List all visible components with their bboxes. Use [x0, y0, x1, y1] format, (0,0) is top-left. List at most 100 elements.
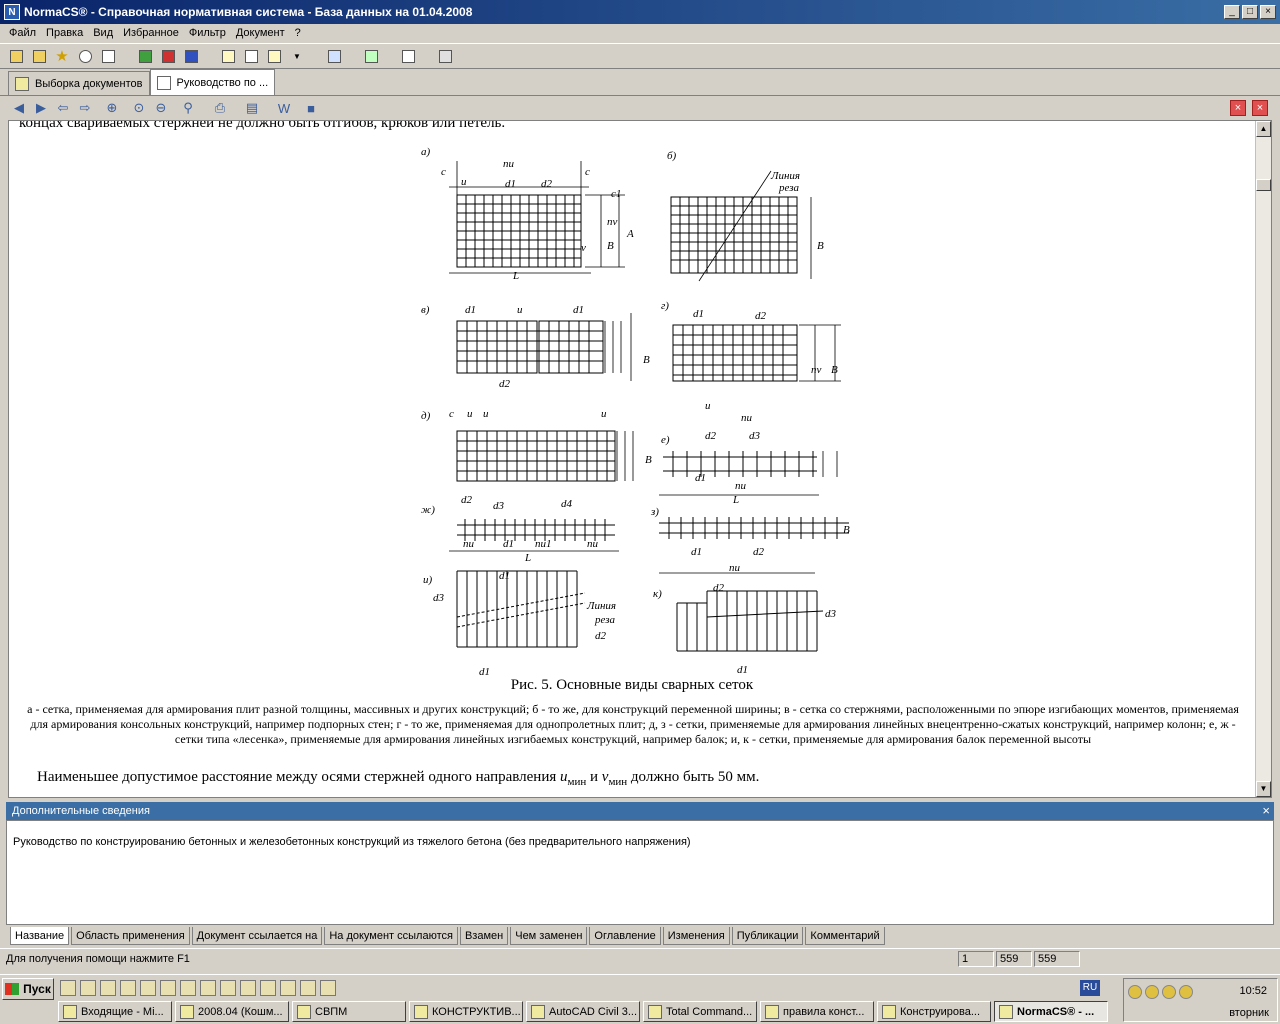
export-icon[interactable]: ▤: [236, 99, 268, 117]
back-arrow-icon[interactable]: ⇦: [52, 99, 74, 117]
quicklaunch-ie-icon[interactable]: [100, 980, 116, 996]
previous-page-icon[interactable]: ◀: [8, 99, 30, 117]
task-button[interactable]: Конструирова...: [877, 1001, 991, 1022]
scroll-down-icon[interactable]: ▼: [1256, 781, 1271, 797]
menu-document[interactable]: Документ: [231, 27, 290, 39]
menu-edit[interactable]: Правка: [41, 27, 88, 39]
quicklaunch-normacs-icon[interactable]: [200, 980, 216, 996]
network-icon[interactable]: [398, 46, 418, 66]
bookmark-icon[interactable]: ■: [300, 99, 322, 117]
scroll-thumb[interactable]: [1256, 179, 1271, 191]
menu-view[interactable]: Вид: [88, 27, 118, 39]
align-icon[interactable]: [361, 46, 381, 66]
task-button[interactable]: КОНСТРУКТИВ...: [409, 1001, 523, 1022]
quicklaunch-window-icon[interactable]: [220, 980, 236, 996]
zoom-in-icon[interactable]: ⊕: [96, 99, 128, 117]
quicklaunch-disk-icon[interactable]: [260, 980, 276, 996]
label-u-d2: u: [483, 408, 489, 420]
history-icon[interactable]: [75, 46, 95, 66]
tab-changes[interactable]: Изменения: [662, 927, 730, 945]
tab-document-selection[interactable]: Выборка документов: [8, 71, 150, 95]
task-button[interactable]: Входящие - Mi...: [58, 1001, 172, 1022]
vertical-scrollbar[interactable]: ▲ ▼: [1255, 121, 1271, 797]
forward-arrow-icon[interactable]: ⇨: [74, 99, 96, 117]
tab-scope[interactable]: Область применения: [71, 927, 190, 945]
folder-search-icon[interactable]: [29, 46, 49, 66]
tab-replaced-by[interactable]: Чем заменен: [510, 927, 588, 945]
body-paragraph: Наименьшее допустимое расстояние между о…: [37, 769, 760, 788]
tab-replaces[interactable]: Взамен: [459, 927, 509, 945]
menu-filter[interactable]: Фильтр: [184, 27, 231, 39]
tab-name[interactable]: Название: [10, 927, 70, 945]
label-d4-zh: d4: [561, 498, 573, 510]
info-tabs: Название Область применения Документ ссы…: [10, 927, 887, 945]
tab-comment[interactable]: Комментарий: [805, 927, 885, 945]
favorites-star-icon[interactable]: ★: [52, 46, 72, 66]
clipped-text-line: концах свариваемых стержней не должно бы…: [19, 120, 506, 131]
task-button[interactable]: Total Command...: [643, 1001, 757, 1022]
start-button[interactable]: Пуск: [2, 978, 54, 1000]
close-button[interactable]: ×: [1260, 5, 1276, 19]
quicklaunch-app-icon[interactable]: [60, 980, 76, 996]
quicklaunch-network-icon[interactable]: [280, 980, 296, 996]
close-info-icon[interactable]: ×: [1262, 803, 1270, 818]
dropdown-arrow-icon[interactable]: ▼: [287, 46, 307, 66]
maximize-button[interactable]: □: [1242, 5, 1258, 19]
list-icon[interactable]: [98, 46, 118, 66]
label-d3-k: d3: [825, 608, 837, 620]
quicklaunch-excel-icon[interactable]: [180, 980, 196, 996]
tray-mail-icon[interactable]: [1128, 985, 1142, 999]
status-red-icon[interactable]: [158, 46, 178, 66]
label-nu-zh2: nu: [587, 538, 599, 550]
zoom-fit-icon[interactable]: ⊙: [128, 99, 150, 117]
scroll-up-icon[interactable]: ▲: [1256, 121, 1271, 137]
tray-clock-icon[interactable]: [1162, 985, 1176, 999]
quicklaunch-cube-icon[interactable]: [140, 980, 156, 996]
word-export-icon[interactable]: W: [268, 99, 300, 117]
language-indicator[interactable]: RU: [1080, 980, 1100, 996]
tab-guide[interactable]: Руководство по ...: [149, 69, 276, 95]
windows-icon[interactable]: [435, 46, 455, 66]
print-icon[interactable]: ⎙: [204, 99, 236, 117]
next-page-icon[interactable]: ▶: [30, 99, 52, 117]
document-icon[interactable]: [241, 46, 261, 66]
zoom-out-icon[interactable]: ⊖: [150, 99, 172, 117]
tray-status-icon[interactable]: [1179, 985, 1193, 999]
open-folder-icon[interactable]: [6, 46, 26, 66]
tab-contents[interactable]: Оглавление: [589, 927, 661, 945]
menu-file[interactable]: Файл: [4, 27, 41, 39]
close-pane-icon[interactable]: ×: [1230, 100, 1246, 116]
quicklaunch-clock-icon[interactable]: [80, 980, 96, 996]
edit-note-icon[interactable]: [264, 46, 284, 66]
menu-favorites[interactable]: Избранное: [118, 27, 184, 39]
label-nv-a: nv: [607, 216, 618, 228]
find-binoculars-icon[interactable]: ⚲: [172, 99, 204, 117]
tray-clock[interactable]: 10:52: [1239, 985, 1267, 997]
task-button[interactable]: AutoCAD Civil 3...: [526, 1001, 640, 1022]
tab-references-to[interactable]: Документ ссылается на: [191, 927, 323, 945]
status-green-icon[interactable]: [135, 46, 155, 66]
quicklaunch-drive-icon[interactable]: [320, 980, 336, 996]
quicklaunch-word-icon[interactable]: [160, 980, 176, 996]
quicklaunch-settings-icon[interactable]: [300, 980, 316, 996]
quicklaunch-sun-icon[interactable]: [120, 980, 136, 996]
status-blue-icon[interactable]: [181, 46, 201, 66]
document-view[interactable]: концах свариваемых стержней не должно бы…: [8, 120, 1272, 798]
minimize-button[interactable]: _: [1224, 5, 1240, 19]
label-d2-g: d2: [755, 310, 767, 322]
info-panel-header: Дополнительные сведения ×: [6, 802, 1274, 820]
task-button[interactable]: 2008.04 (Кошм...: [175, 1001, 289, 1022]
tab-referenced-by[interactable]: На документ ссылаются: [324, 927, 458, 945]
task-button-active[interactable]: NormaCS® - ...: [994, 1001, 1108, 1022]
tree-icon[interactable]: [324, 46, 344, 66]
tray-sound-icon[interactable]: [1145, 985, 1159, 999]
tab-publications[interactable]: Публикации: [731, 927, 804, 945]
task-button[interactable]: правила конст...: [760, 1001, 874, 1022]
quicklaunch-folder-icon[interactable]: [240, 980, 256, 996]
new-document-icon[interactable]: [218, 46, 238, 66]
menu-help[interactable]: ?: [290, 27, 306, 39]
close-document-icon[interactable]: ×: [1252, 100, 1268, 116]
task-button[interactable]: СВПМ: [292, 1001, 406, 1022]
info-panel-body: Руководство по конструированию бетонных …: [6, 820, 1274, 925]
label-b-v: B: [643, 354, 650, 366]
